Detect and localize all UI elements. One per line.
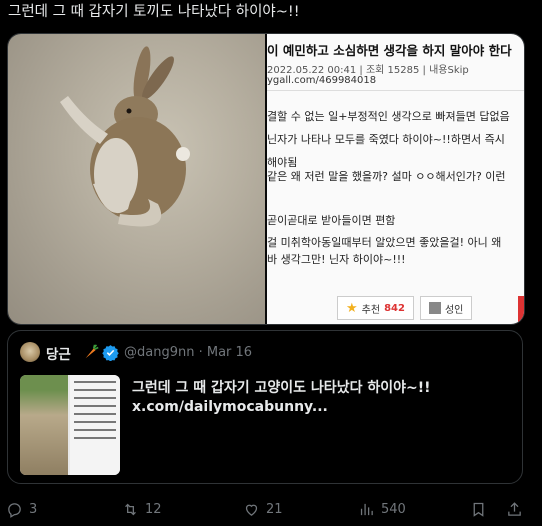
avatar[interactable] [20,342,40,362]
repost-count: 12 [145,501,162,517]
post-screenshot[interactable]: 이 예민하고 소심하면 생각을 하지 말아야 한다 2022.05.22 00:… [267,34,524,324]
repost-button[interactable]: 12 [122,496,162,522]
like-button[interactable]: 21 [243,496,283,522]
views-chart-icon [360,503,373,515]
recommend-count: 842 [384,302,405,314]
screenshot-title: 이 예민하고 소심하면 생각을 하지 말아야 한다 [267,43,512,58]
like-count: 21 [266,501,283,517]
share-icon [508,501,521,516]
rabbit-photo[interactable] [8,34,265,324]
quote-author-handle[interactable]: @dang9nn · Mar 16 [124,345,252,360]
quote-link[interactable]: x.com/dailymocabunny... [132,399,328,415]
quote-media-thumbnail[interactable] [20,375,120,475]
screenshot-line: 닌자가 나타나 모두를 죽였다 하이야~!!하면서 즉시 [267,133,505,146]
screenshot-line: 곧이곧대로 받아들이면 편함 [267,214,396,227]
square-icon [428,302,441,314]
reply-button[interactable]: 3 [6,496,37,522]
repost-icon [125,503,136,515]
recommend-label: 추천 [361,304,381,316]
reply-count: 3 [29,501,38,517]
screenshot-line: 결할 수 없는 일+부정적인 생각으로 빠져들면 답없음 [267,110,510,123]
action-bar: 3 12 21 540 [0,496,542,522]
screenshot-line: 걸 미취학아동일때부터 알았으면 좋았을걸! 아니 왜 [267,236,502,249]
quote-author-name[interactable]: 당근 [46,343,71,363]
screenshot-scroll-marker [518,296,524,322]
screenshot-divider [267,90,524,91]
post-text: 그런데 그 때 갑자기 토끼도 나타났다 하이야~!! [8,4,300,20]
post-media[interactable]: 이 예민하고 소심하면 생각을 하지 말아야 한다 2022.05.22 00:… [7,33,525,325]
views-button[interactable]: 540 [358,496,406,522]
screenshot-link: ygall.com/469984018 [267,75,377,86]
nonrecommend-label: 성인 [444,304,464,316]
cat-photo-thumb [20,375,68,475]
quote-text: 그런데 그 때 갑자기 고양이도 나타났다 하이야~!! [132,380,431,396]
screenshot-meta: 2022.05.22 00:41 | 조회 15285 | 내용Skip [267,65,469,76]
reply-icon [8,502,21,518]
verified-badge-icon [102,345,119,361]
quoted-post[interactable]: 당근 @dang9nn · Mar 16 그런데 그 때 갑자기 고양이도 나타… [7,330,523,484]
carrot-icon [85,344,99,359]
share-button[interactable] [506,496,523,522]
screenshot-line: 같은 왜 저런 말을 했을까? 설마 ㅇㅇ해서인가? 이런 [267,170,506,183]
screenshot-line: 바 생각그만! 닌자 하이야~!!! [267,253,406,266]
star-icon: ★ [346,300,358,316]
screenshot-thumb [70,375,120,475]
recommend-button: ★ 추천 842 [337,296,414,320]
bookmark-icon [473,502,484,517]
nonrecommend-button: 성인 [419,296,473,320]
bookmark-button[interactable] [470,496,487,522]
view-count: 540 [381,501,406,517]
heart-icon [245,504,258,516]
screenshot-vote-buttons: ★ 추천 842 성인 [337,296,473,322]
rabbit-illustration [60,46,190,227]
